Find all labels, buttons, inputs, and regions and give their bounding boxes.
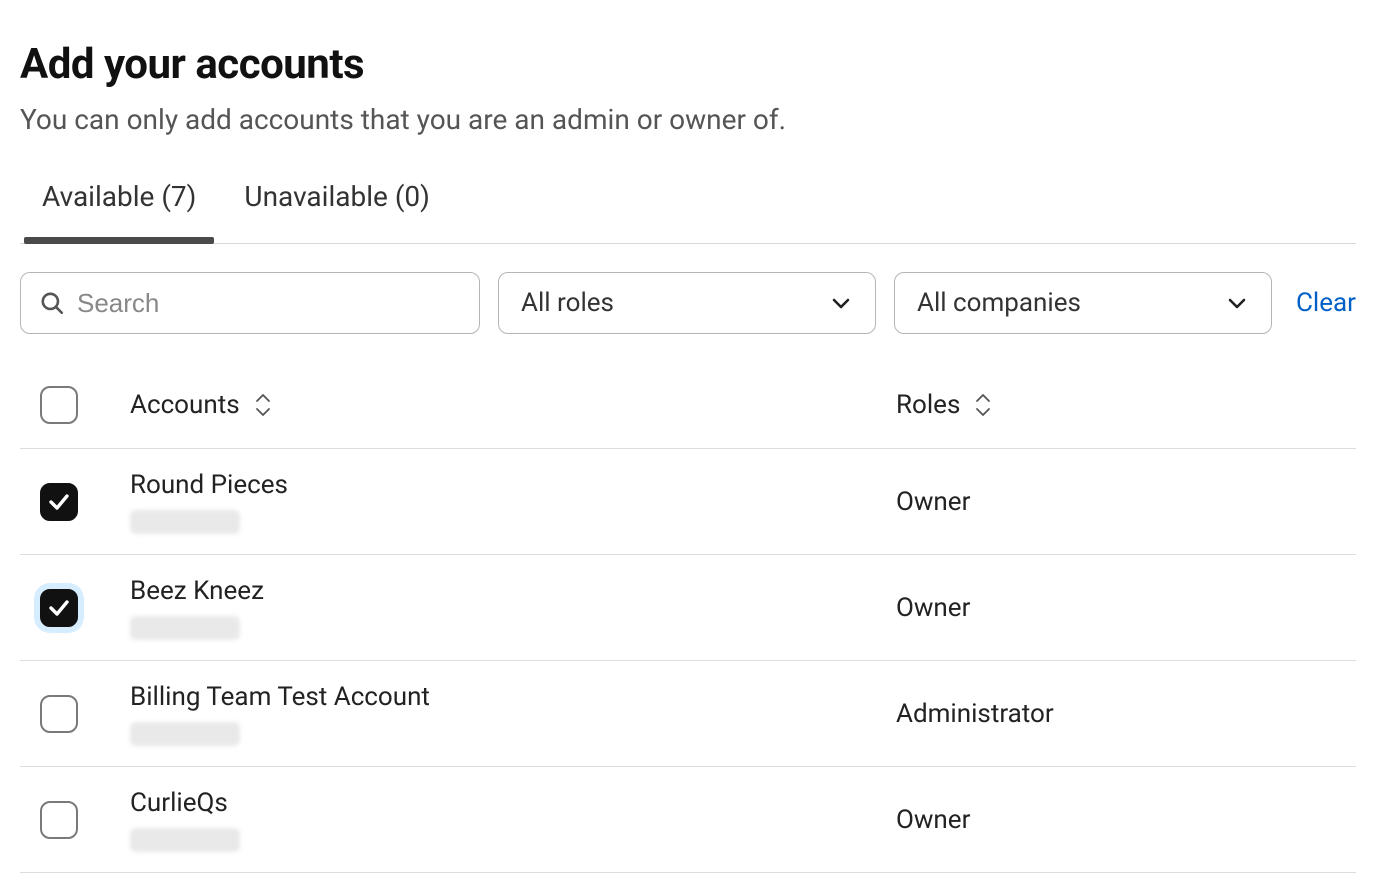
- sort-icon: [254, 393, 272, 417]
- chevron-down-icon: [829, 291, 853, 315]
- clear-filters-link[interactable]: Clear: [1296, 288, 1356, 318]
- table-row: CurlieQs Owner: [20, 767, 1356, 873]
- account-subtext-redacted: [130, 828, 240, 852]
- roles-header-label: Roles: [896, 390, 960, 420]
- account-name: CurlieQs: [130, 788, 240, 818]
- account-name: Billing Team Test Account: [130, 682, 430, 712]
- account-subtext-redacted: [130, 616, 240, 640]
- row-checkbox[interactable]: [40, 483, 78, 521]
- companies-select-label: All companies: [917, 288, 1081, 318]
- table-row: Beez Kneez Owner: [20, 555, 1356, 661]
- account-name: Beez Kneez: [130, 576, 264, 606]
- role-value: Owner: [896, 805, 970, 835]
- tab-available[interactable]: Available (7): [42, 180, 196, 243]
- role-value: Owner: [896, 593, 970, 623]
- role-value: Administrator: [896, 699, 1054, 729]
- sort-icon: [974, 393, 992, 417]
- account-name: Round Pieces: [130, 470, 288, 500]
- account-subtext-redacted: [130, 722, 240, 746]
- table-row: Billing Team Test Account Administrator: [20, 661, 1356, 767]
- search-icon: [39, 290, 65, 316]
- select-all-checkbox[interactable]: [40, 386, 78, 424]
- table-header-row: Accounts Roles: [20, 386, 1356, 449]
- page-subtitle: You can only add accounts that you are a…: [20, 103, 1356, 136]
- column-header-roles[interactable]: Roles: [896, 390, 1336, 420]
- table-row: Round Pieces Owner: [20, 449, 1356, 555]
- filter-bar: All roles All companies Clear: [20, 244, 1356, 334]
- roles-select[interactable]: All roles: [498, 272, 876, 334]
- tabs: Available (7) Unavailable (0): [20, 180, 1356, 244]
- tab-unavailable[interactable]: Unavailable (0): [244, 180, 429, 243]
- search-box[interactable]: [20, 272, 480, 334]
- chevron-down-icon: [1225, 291, 1249, 315]
- roles-select-label: All roles: [521, 288, 614, 318]
- column-header-accounts[interactable]: Accounts: [130, 390, 896, 420]
- accounts-table: Accounts Roles Round PiecesOwnerBeez Kne…: [20, 386, 1356, 873]
- row-checkbox[interactable]: [40, 589, 78, 627]
- row-checkbox[interactable]: [40, 801, 78, 839]
- account-subtext-redacted: [130, 510, 240, 534]
- role-value: Owner: [896, 487, 970, 517]
- companies-select[interactable]: All companies: [894, 272, 1272, 334]
- accounts-header-label: Accounts: [130, 390, 240, 420]
- search-input[interactable]: [77, 288, 461, 319]
- row-checkbox[interactable]: [40, 695, 78, 733]
- page-title: Add your accounts: [20, 40, 1356, 89]
